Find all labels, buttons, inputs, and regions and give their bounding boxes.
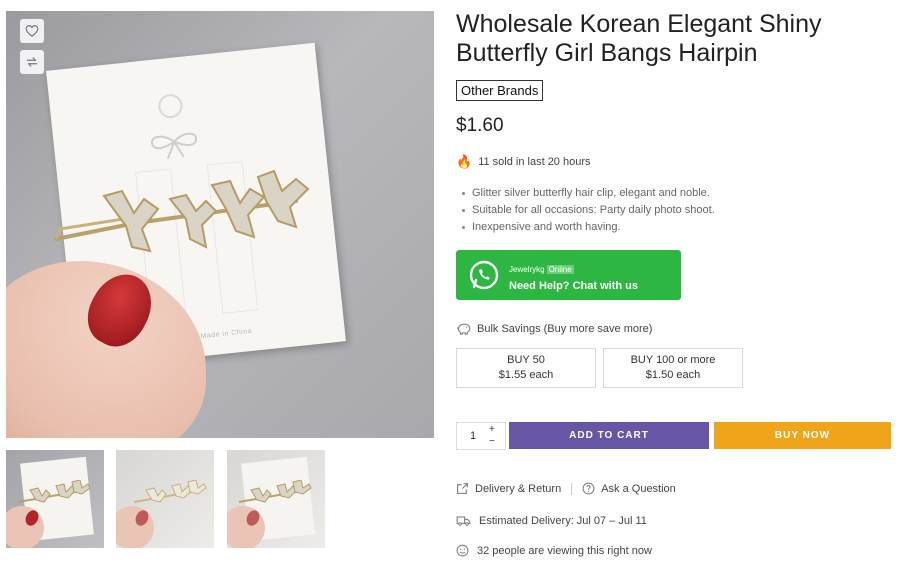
- whatsapp-chat-button[interactable]: Jewelrykg Online Need Help? Chat with us: [456, 250, 681, 300]
- whatsapp-agent-name: Jewelrykg: [509, 264, 545, 274]
- estimated-delivery-text: Estimated Delivery: Jul 07 – Jul 11: [479, 514, 647, 527]
- bulk-tier-50[interactable]: BUY 50 $1.55 each: [456, 348, 596, 388]
- quantity-stepper[interactable]: 1 + −: [456, 422, 506, 450]
- compare-icon: [26, 57, 38, 67]
- card-origin-text: Made in China: [200, 327, 253, 341]
- ask-question-label: Ask a Question: [601, 482, 676, 495]
- brand-label[interactable]: Other Brands: [456, 80, 544, 101]
- card-hang-hole: [157, 92, 184, 120]
- thumb-hand: [116, 506, 154, 548]
- divider: [571, 482, 573, 495]
- whatsapp-icon: [469, 260, 499, 290]
- bulk-savings-label: Bulk Savings (Buy more save more): [477, 322, 653, 335]
- fire-icon: 🔥: [456, 154, 473, 169]
- feature-item: Glitter silver butterfly hair clip, eleg…: [460, 185, 715, 202]
- sold-text: 11 sold in last 20 hours: [478, 156, 591, 168]
- main-product-image[interactable]: Made in China: [6, 11, 434, 438]
- heart-icon: [25, 25, 39, 38]
- estimated-delivery: Estimated Delivery: Jul 07 – Jul 11: [456, 514, 647, 527]
- quantity-increase-button[interactable]: +: [489, 424, 495, 436]
- butterfly-hairpin: [54, 169, 310, 253]
- sold-indicator: 🔥 11 sold in last 20 hours: [456, 154, 591, 170]
- tier-price: $1.50 each: [645, 369, 701, 381]
- whatsapp-cta: Need Help? Chat with us: [509, 279, 638, 292]
- viewers-text: 32 people are viewing this right now: [477, 544, 652, 557]
- share-box-icon: [457, 483, 468, 494]
- question-icon: [582, 482, 595, 495]
- product-title: Wholesale Korean Elegant Shiny Butterfly…: [456, 10, 822, 67]
- add-to-cart-button[interactable]: ADD TO CART: [509, 422, 709, 449]
- online-badge: Online: [546, 264, 574, 274]
- delivery-return-label: Delivery & Return: [475, 482, 562, 495]
- compare-button[interactable]: [20, 50, 44, 74]
- tier-price: $1.55 each: [498, 369, 554, 381]
- bulk-savings: Bulk Savings (Buy more save more): [456, 322, 652, 335]
- viewers-count: 32 people are viewing this right now: [456, 544, 652, 557]
- thumb-hand: [6, 506, 44, 548]
- thumb-hairpin: [133, 480, 207, 503]
- tier-qty: BUY 100 or more: [630, 354, 716, 366]
- delivery-truck-icon: [456, 516, 471, 526]
- product-links: Delivery & Return Ask a Question: [456, 482, 676, 495]
- tier-qty: BUY 50: [507, 354, 545, 366]
- feature-item: Suitable for all occasions: Party daily …: [460, 202, 715, 219]
- piggy-bank-icon: [457, 323, 471, 335]
- quantity-decrease-button[interactable]: −: [489, 436, 495, 448]
- smiley-icon: [456, 544, 469, 557]
- wishlist-button[interactable]: [20, 19, 44, 43]
- thumb-hairpin: [238, 480, 312, 503]
- thumbnail-1[interactable]: [6, 450, 104, 548]
- feature-item: Inexpensive and worth having.: [460, 219, 715, 236]
- thumbnail-3[interactable]: [227, 450, 325, 548]
- feature-list: Glitter silver butterfly hair clip, eleg…: [460, 185, 715, 236]
- bulk-tier-100[interactable]: BUY 100 or more $1.50 each: [603, 348, 743, 388]
- ask-question-link[interactable]: Ask a Question: [582, 482, 676, 495]
- quantity-value[interactable]: 1: [457, 430, 489, 442]
- delivery-return-link[interactable]: Delivery & Return: [456, 482, 561, 495]
- product-price: $1.60: [456, 115, 504, 136]
- buy-now-button[interactable]: BUY NOW: [714, 422, 891, 449]
- thumb-hairpin: [17, 480, 91, 503]
- thumbnail-2[interactable]: [116, 450, 214, 548]
- thumb-hand: [227, 506, 265, 548]
